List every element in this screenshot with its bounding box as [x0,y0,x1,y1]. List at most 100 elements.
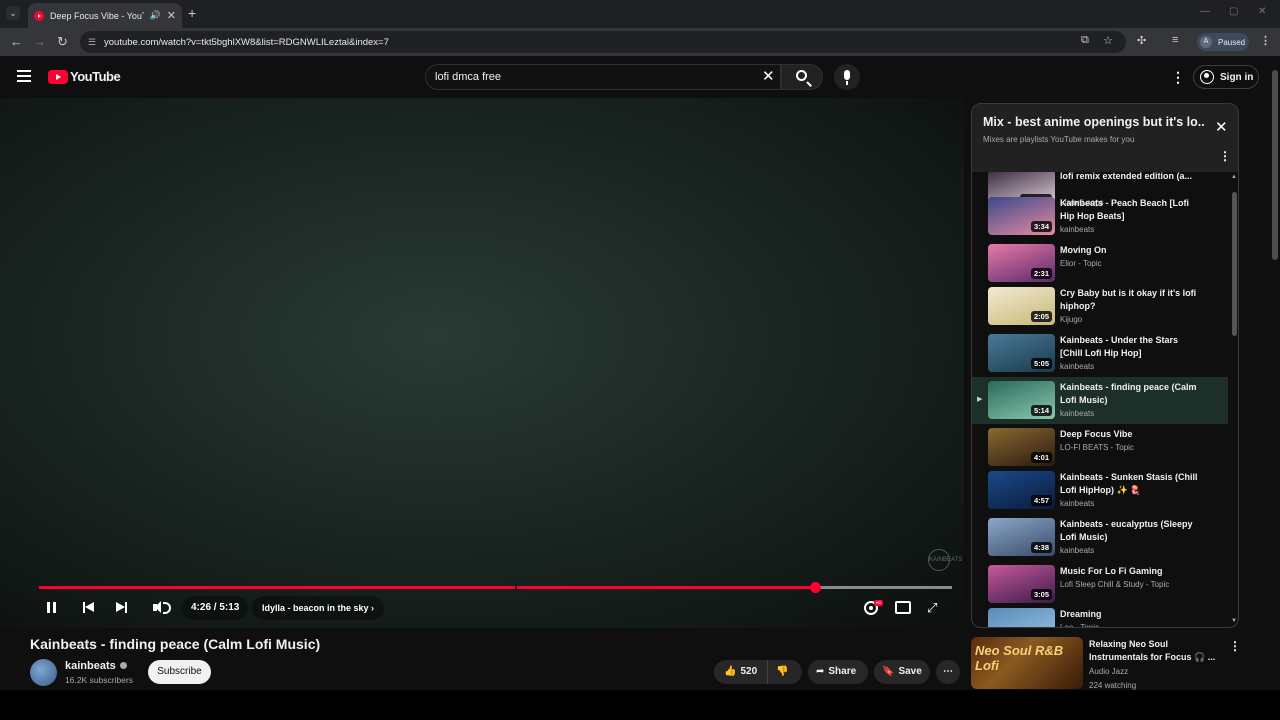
chapter-divider [515,586,517,589]
voice-search-button[interactable] [834,64,860,90]
playlist-item[interactable]: Dreaming Lee - Topic [972,604,1228,627]
menu-icon[interactable] [17,70,31,82]
playlist-thumbnail[interactable]: 4:38 [988,518,1055,556]
playlist-item[interactable]: ▶ 5:14 Kainbeats - finding peace (Calm Lof… [972,377,1228,424]
media-control-icon[interactable]: ≡ [1172,34,1178,46]
duration-badge: 3:05 [1030,589,1052,600]
playlist-item[interactable]: 4:38 Kainbeats - eucalyptus (Sleepy Lofi … [972,514,1228,560]
scroll-down-icon[interactable]: ▼ [1231,618,1237,624]
duration-badge: 2:05 [1030,311,1052,322]
playlist-item-title: Kainbeats - Sunken Stasis (Chill Lofi Hi… [1060,472,1198,495]
playlist-thumbnail[interactable] [988,608,1055,627]
recommended-video[interactable]: Neo Soul R&B Lofi Relaxing Neo Soul Inst… [971,637,1251,690]
pause-button[interactable] [45,596,59,620]
playlist-thumbnail[interactable]: 2:05 [988,287,1055,325]
playlist-item-title: Cry Baby but is it okay if it's lofi hip… [1060,288,1197,311]
recommended-channel[interactable]: Audio Jazz [1089,667,1128,676]
playlist-item-channel: kainbeats [1060,546,1095,555]
playlist-thumbnail[interactable]: 4:01 [988,428,1055,466]
more-actions-button[interactable]: ⋯ [936,660,960,684]
like-button[interactable]: 👍 520 [714,660,768,684]
channel-name[interactable]: kainbeats [65,660,127,672]
youtube-logo[interactable]: YouTube [48,69,121,84]
progress-scrubber[interactable] [810,582,822,593]
install-app-icon[interactable]: ⧉ [1081,34,1089,47]
chapter-button[interactable]: Idylla - beacon in the sky › [252,596,385,620]
hd-badge: HD [874,600,883,606]
back-icon[interactable]: ← [10,34,23,50]
playlist-item[interactable]: 4:01 Deep Focus Vibe LO-FI BEATS - Topic [972,424,1228,470]
close-window-icon[interactable]: ✕ [1258,6,1266,17]
next-button[interactable] [114,596,128,620]
channel-name-text[interactable]: kainbeats [65,660,116,672]
new-tab-button[interactable]: + [188,6,196,20]
playlist-title[interactable]: Mix - best anime openings but it's lo... [983,115,1205,129]
playlist-item[interactable]: 2:05 Cry Baby but is it okay if it's lofi… [972,283,1228,329]
playlist-thumbnail[interactable]: 5:05 [988,334,1055,372]
browser-tab[interactable]: Deep Focus Vibe - YouTube 🔊 ✕ [28,3,182,28]
browser-toolbar: ← → ↻ ☰ youtube.com/watch?v=tkt5bghlXW8&… [0,28,1280,56]
close-playlist-icon[interactable]: ✕ [1215,120,1228,135]
recommended-thumbnail[interactable]: Neo Soul R&B Lofi [971,637,1083,689]
save-label: Save [898,666,922,677]
sign-in-button[interactable]: Sign in [1193,65,1259,89]
theater-mode-icon[interactable] [895,601,911,614]
playlist-item-title: Dreaming [1060,609,1102,619]
profile-status: Paused [1218,37,1246,47]
minimize-icon[interactable]: — [1200,6,1210,17]
recommended-watching: 224 watching [1089,681,1137,690]
address-bar[interactable]: ☰ youtube.com/watch?v=tkt5bghlXW8&list=R… [80,31,1126,53]
account-icon [1200,70,1214,84]
scroll-up-icon[interactable]: ▲ [1231,174,1237,180]
playlist-menu-icon[interactable]: ⋮ [1219,150,1231,162]
search-input[interactable]: lofi dmca free [425,64,781,90]
progress-bar[interactable] [39,582,952,593]
subscribe-button[interactable]: Subscribe [148,660,211,684]
page-scroll-thumb[interactable] [1272,70,1278,260]
playlist-item[interactable]: 5:05 Kainbeats - Under the Stars [Chill L… [972,330,1228,376]
playlist-scrollbar[interactable]: ▲ ▼ [1229,172,1238,627]
playlist-thumbnail[interactable]: 4:57 [988,471,1055,509]
extensions-icon[interactable]: ✣ [1137,34,1146,47]
save-button[interactable]: 🔖 Save [874,660,930,684]
playlist-item[interactable]: 2:31 Moving On Elior - Topic [972,240,1228,286]
channel-avatar[interactable] [30,659,57,686]
scroll-thumb[interactable] [1232,192,1237,336]
playlist-thumbnail[interactable]: 2:31 [988,244,1055,282]
tab-search-icon[interactable]: ⌄ [6,6,20,20]
clear-search-icon[interactable]: ✕ [762,69,775,84]
playlist-thumbnail[interactable]: 5:14 [988,381,1055,419]
dislike-button[interactable]: 👎 [776,660,792,684]
tab-audio-icon[interactable]: 🔊 [150,10,161,21]
browser-menu-icon[interactable]: ⋮ [1260,34,1271,47]
sign-in-label: Sign in [1220,71,1254,83]
playlist-thumbnail[interactable]: 3:34 [988,197,1055,235]
share-button[interactable]: ➦ Share [808,660,868,684]
reload-icon[interactable]: ↻ [57,34,68,50]
tab-close-icon[interactable]: ✕ [167,9,176,22]
search-button[interactable] [781,64,823,90]
bookmark-star-icon[interactable]: ☆ [1103,34,1113,47]
settings-kebab-icon[interactable]: ⋮ [1171,70,1185,84]
thumbnail-text: Neo Soul R&B Lofi [975,643,1064,673]
recommended-title[interactable]: Relaxing Neo Soul Instrumentals for Focu… [1089,638,1219,664]
playlist-thumbnail[interactable]: 3:05 [988,565,1055,603]
playlist-item[interactable]: 4:57 Kainbeats - Sunken Stasis (Chill Lof… [972,467,1228,513]
thumbs-down-icon: 👎 [776,666,789,677]
recommended-menu-icon[interactable]: ⋮ [1229,639,1241,653]
duration-badge: 5:05 [1030,358,1052,369]
playlist-item-channel: Elior - Topic [1060,259,1102,268]
playlist-item[interactable]: 3:34 Kainbeats - Peach Beach [Lofi Hip Ho… [972,193,1228,239]
duration-badge: 4:38 [1030,542,1052,553]
video-player[interactable] [0,98,964,628]
page-scrollbar[interactable] [1270,60,1280,690]
fullscreen-icon[interactable]: ⤢ [927,601,941,615]
profile-button[interactable]: A Paused [1197,33,1249,51]
channel-watermark[interactable]: KAINBEATS [928,549,962,571]
site-info-icon[interactable]: ☰ [88,37,98,47]
maximize-icon[interactable]: ▢ [1229,6,1238,17]
playlist-item[interactable]: 3:05 Music For Lo Fi Gaming Lofi Sleep Chi… [972,561,1228,607]
playlist-items: 2:39:00lofi remix extended edition (a...… [972,172,1228,627]
forward-icon[interactable]: → [33,34,46,50]
previous-button[interactable] [82,596,96,620]
